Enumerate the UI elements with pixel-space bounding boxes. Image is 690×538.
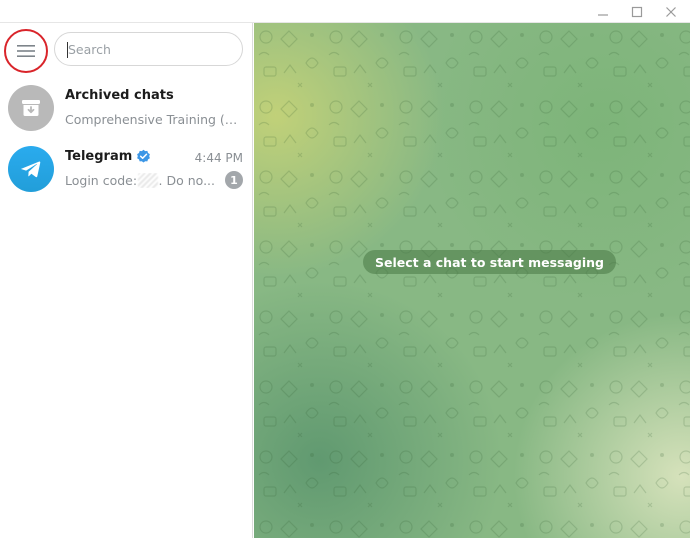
verified-badge-icon xyxy=(136,149,151,164)
empty-state-message: Select a chat to start messaging xyxy=(363,250,616,274)
chat-preview-prefix: Login code: xyxy=(65,173,138,188)
telegram-logo-icon xyxy=(21,161,41,178)
redacted-code xyxy=(138,173,158,188)
chat-title-row: Telegram xyxy=(65,149,151,164)
minimize-button[interactable] xyxy=(588,0,618,23)
close-icon xyxy=(666,6,676,17)
search-input[interactable] xyxy=(68,33,238,65)
doodle-pattern xyxy=(254,23,690,538)
chat-list-panel: Archived chats Comprehensive Training (G… xyxy=(0,23,253,538)
archive-avatar xyxy=(8,85,54,131)
close-button[interactable] xyxy=(656,0,686,23)
chat-item-archived[interactable]: Archived chats Comprehensive Training (G… xyxy=(0,79,253,139)
archive-icon xyxy=(22,100,40,116)
maximize-button[interactable] xyxy=(622,0,652,23)
maximize-icon xyxy=(631,6,643,17)
chat-preview-suffix: . Do no... xyxy=(158,173,215,188)
chat-time: 4:44 PM xyxy=(194,151,243,165)
chat-subtitle: Comprehensive Training (Ge... xyxy=(65,112,243,127)
chat-preview: Login code: . Do no... xyxy=(65,173,215,188)
minimize-icon xyxy=(598,13,608,16)
chat-item-telegram[interactable]: Telegram 4:44 PM Login code: . Do no... … xyxy=(0,140,253,200)
hamburger-menu-icon xyxy=(17,45,35,57)
window-titlebar xyxy=(0,0,690,23)
main-menu-button[interactable] xyxy=(4,29,48,73)
telegram-avatar xyxy=(8,146,54,192)
chat-title: Telegram xyxy=(65,149,133,164)
search-box[interactable] xyxy=(54,32,243,66)
unread-count-badge: 1 xyxy=(225,171,243,189)
chat-title: Archived chats xyxy=(65,88,174,103)
chat-background-area: Select a chat to start messaging xyxy=(254,23,690,538)
